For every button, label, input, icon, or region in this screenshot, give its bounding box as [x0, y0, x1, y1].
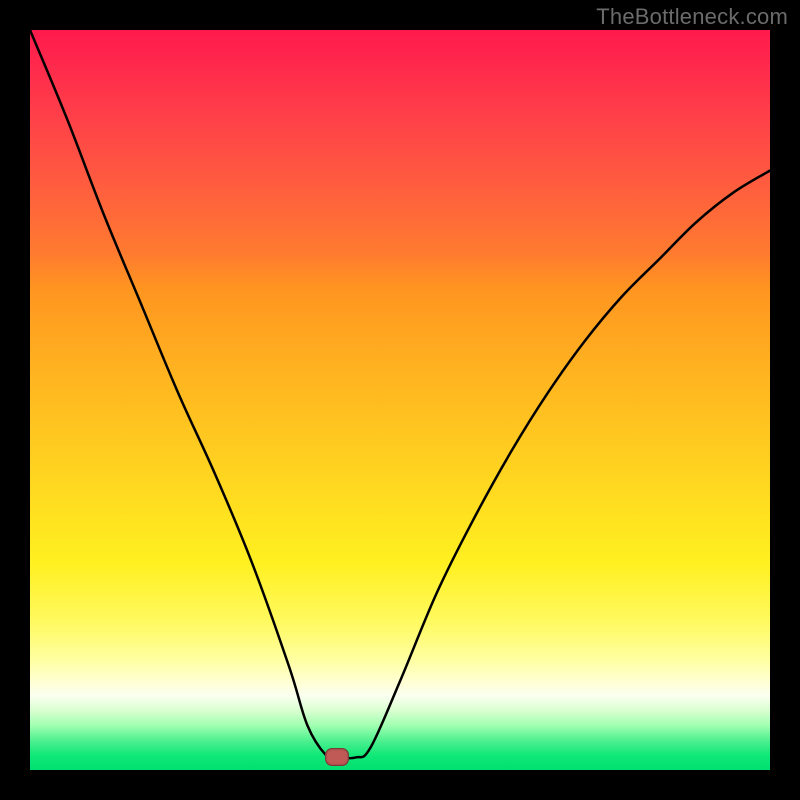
watermark-text: TheBottleneck.com [596, 4, 788, 30]
bottleneck-curve [30, 30, 770, 770]
optimum-marker [325, 748, 349, 766]
plot-area [30, 30, 770, 770]
chart-frame: TheBottleneck.com [0, 0, 800, 800]
